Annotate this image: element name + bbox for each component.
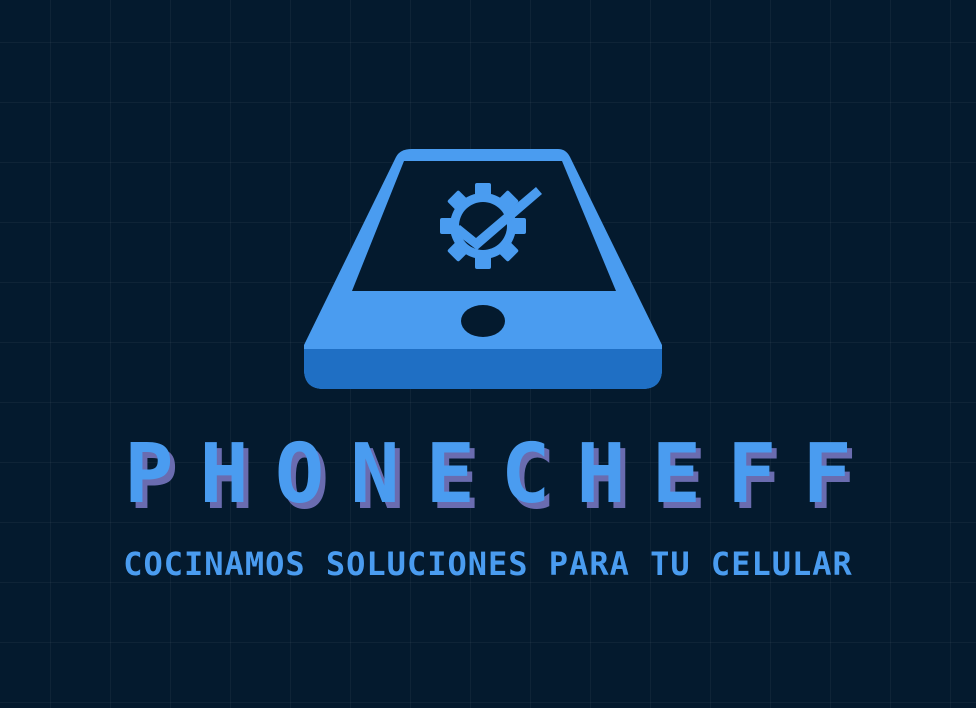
logo: PHONECHEFF COCINAMOS SOLUCIONES PARA TU …	[0, 0, 976, 708]
home-button-icon	[461, 305, 505, 337]
gear-icon	[440, 183, 526, 269]
phone-gear-check-icon	[304, 149, 662, 389]
brand-name: PHONECHEFF	[124, 427, 878, 522]
phone-base	[304, 349, 662, 389]
tagline: COCINAMOS SOLUCIONES PARA TU CELULAR	[123, 545, 853, 583]
